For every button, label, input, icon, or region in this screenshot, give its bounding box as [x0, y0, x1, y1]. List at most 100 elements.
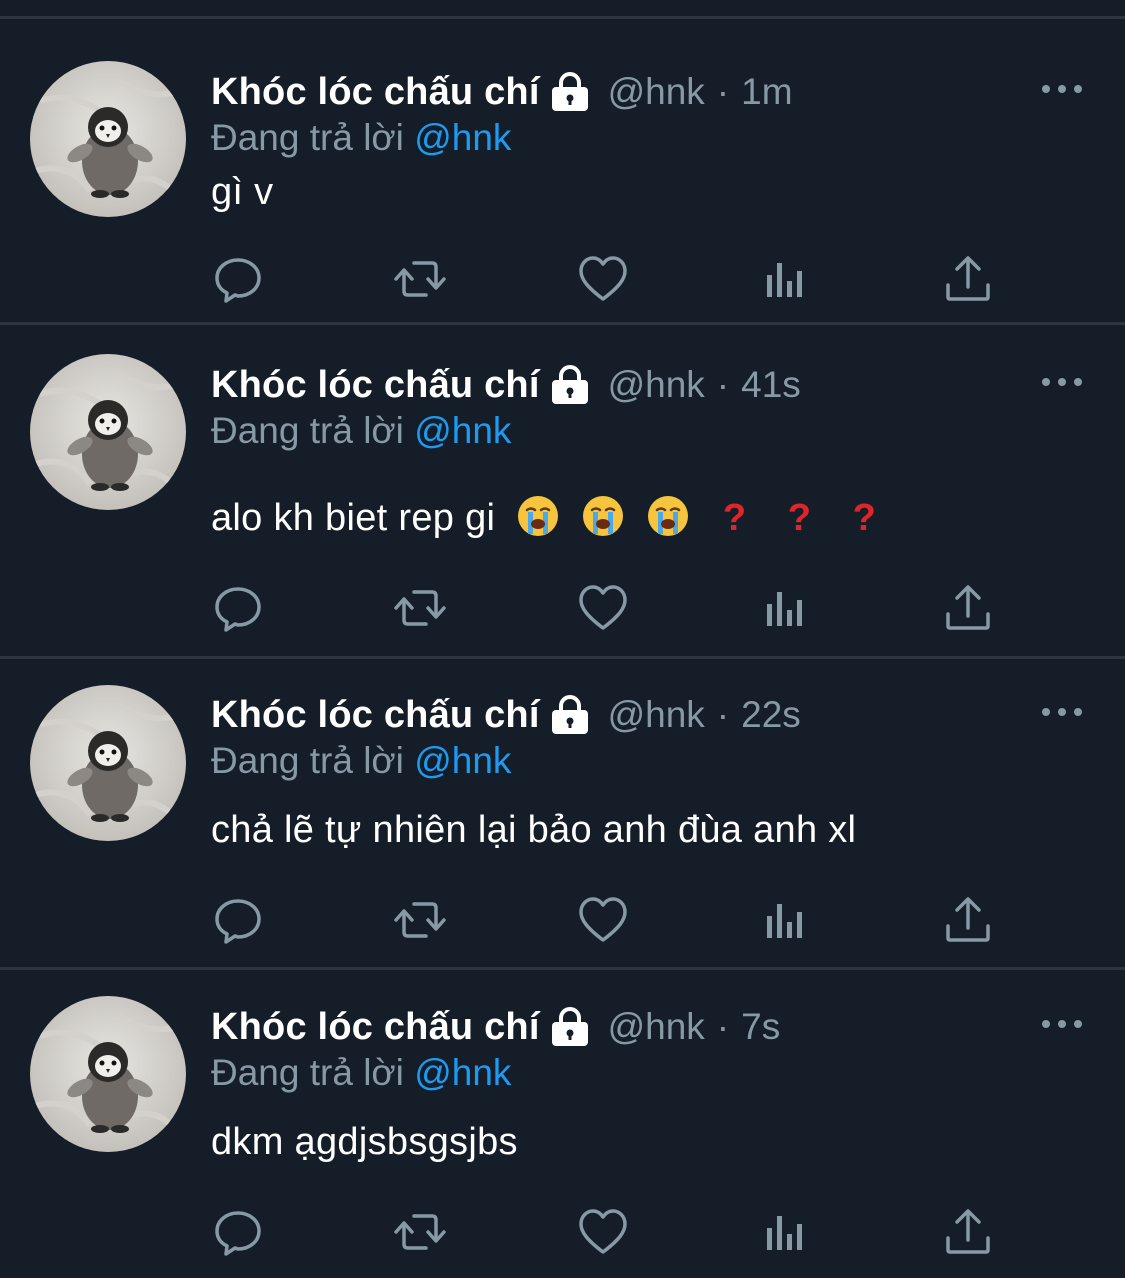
more-icon [1042, 708, 1082, 716]
share-button[interactable] [940, 580, 996, 636]
tweet-actions [0, 892, 1125, 948]
share-icon [946, 897, 990, 942]
like-icon [579, 585, 627, 630]
timestamp[interactable]: 7s [741, 1006, 780, 1048]
more-icon [1042, 1020, 1082, 1028]
tweet-actions [0, 580, 1125, 636]
more-icon [1042, 85, 1082, 93]
separator: · [716, 71, 730, 112]
reply-prefix: Đang trả lời [211, 410, 404, 451]
tweet-text-content: dkm ạgdjsbsgsjbs [211, 1121, 518, 1163]
red-question-mark-icon: ? [722, 497, 747, 539]
penguin-plush-avatar [30, 685, 186, 841]
more-icon [1042, 378, 1082, 386]
tweet-header: Khóc lóc chấu chí @hnk · 41s [211, 360, 801, 410]
reply-button[interactable] [210, 580, 266, 636]
loudly-crying-face-icon [646, 494, 690, 538]
reply-context: Đang trả lời @hnk [211, 740, 511, 786]
display-name[interactable]: Khóc lóc chấu chí [211, 694, 540, 737]
avatar[interactable] [30, 61, 186, 217]
like-button[interactable] [575, 892, 631, 948]
like-icon [579, 1209, 627, 1254]
timestamp[interactable]: 22s [741, 694, 801, 736]
like-button[interactable] [575, 1204, 631, 1260]
handle[interactable]: @hnk [608, 364, 705, 406]
reply-icon [215, 587, 261, 632]
tweet-header: Khóc lóc chấu chí @hnk · 7s [211, 1002, 780, 1052]
tweet-header: Khóc lóc chấu chí @hnk · 1m [211, 67, 793, 117]
tweet-text-content: alo kh biet rep gi [211, 497, 496, 539]
retweet-button[interactable] [392, 1204, 448, 1260]
like-icon [579, 897, 627, 942]
tweet[interactable]: Khóc lóc chấu chí @hnk · 7s Đang trả lời… [0, 970, 1125, 1278]
timestamp[interactable]: 1m [741, 71, 792, 113]
lock-icon [548, 695, 592, 735]
analytics-button[interactable] [758, 892, 814, 948]
tweet-text-content: gì v [211, 171, 274, 213]
tweet-text: alo kh biet rep gi ? ? ? [211, 494, 884, 540]
handle[interactable]: @hnk [608, 71, 705, 113]
avatar[interactable] [30, 685, 186, 841]
retweet-icon [394, 590, 446, 626]
more-options-button[interactable] [1040, 77, 1084, 101]
reply-icon [215, 258, 261, 303]
analytics-button[interactable] [758, 580, 814, 636]
retweet-icon [394, 1214, 446, 1250]
handle[interactable]: @hnk [608, 1006, 705, 1048]
tweet[interactable]: Khóc lóc chấu chí @hnk · 41s Đang trả lờ… [0, 328, 1125, 659]
reply-context: Đang trả lời @hnk [211, 1052, 511, 1098]
avatar[interactable] [30, 354, 186, 510]
retweet-button[interactable] [392, 251, 448, 307]
retweet-button[interactable] [392, 892, 448, 948]
reply-icon [215, 1211, 261, 1256]
tweet-header: Khóc lóc chấu chí @hnk · 22s [211, 690, 801, 740]
share-icon [946, 585, 990, 630]
more-options-button[interactable] [1040, 1012, 1084, 1036]
share-button[interactable] [940, 251, 996, 307]
reply-icon [215, 899, 261, 944]
tweet-actions [0, 1204, 1125, 1260]
separator: · [716, 364, 730, 405]
retweet-button[interactable] [392, 580, 448, 636]
reply-button[interactable] [210, 892, 266, 948]
share-icon [946, 1209, 990, 1254]
reply-mention[interactable]: @hnk [414, 740, 511, 781]
analytics-button[interactable] [758, 1204, 814, 1260]
display-name[interactable]: Khóc lóc chấu chí [211, 1006, 540, 1049]
display-name[interactable]: Khóc lóc chấu chí [211, 71, 540, 114]
more-options-button[interactable] [1040, 370, 1084, 394]
more-options-button[interactable] [1040, 700, 1084, 724]
tweet-text: dkm ạgdjsbsgsjbs [211, 1121, 518, 1164]
display-name[interactable]: Khóc lóc chấu chí [211, 364, 540, 407]
tweet[interactable]: Khóc lóc chấu chí @hnk · 22s Đang trả lờ… [0, 659, 1125, 970]
analytics-icon [767, 592, 802, 626]
timestamp[interactable]: 41s [741, 364, 801, 406]
penguin-plush-avatar [30, 61, 186, 217]
retweet-icon [394, 902, 446, 938]
retweet-icon [394, 261, 446, 297]
like-button[interactable] [575, 580, 631, 636]
reply-prefix: Đang trả lời [211, 740, 404, 781]
tweet[interactable]: Khóc lóc chấu chí @hnk · 1m Đang trả lời… [0, 19, 1125, 325]
like-icon [579, 256, 627, 301]
analytics-icon [767, 1216, 802, 1250]
handle[interactable]: @hnk [608, 694, 705, 736]
reply-button[interactable] [210, 251, 266, 307]
reply-mention[interactable]: @hnk [414, 117, 511, 158]
avatar[interactable] [30, 996, 186, 1152]
tweet-text: chả lẽ tự nhiên lại bảo anh đùa anh xl [211, 809, 856, 852]
analytics-icon [767, 904, 802, 938]
reply-context: Đang trả lời @hnk [211, 117, 511, 163]
share-button[interactable] [940, 892, 996, 948]
share-button[interactable] [940, 1204, 996, 1260]
tweet-text: gì v [211, 171, 273, 214]
lock-icon [548, 1007, 592, 1047]
reply-mention[interactable]: @hnk [414, 410, 511, 451]
red-question-mark-icon: ? [787, 497, 812, 539]
lock-icon [548, 365, 592, 405]
reply-button[interactable] [210, 1204, 266, 1260]
loudly-crying-face-icon [516, 494, 560, 538]
like-button[interactable] [575, 251, 631, 307]
analytics-button[interactable] [758, 251, 814, 307]
reply-mention[interactable]: @hnk [414, 1052, 511, 1093]
